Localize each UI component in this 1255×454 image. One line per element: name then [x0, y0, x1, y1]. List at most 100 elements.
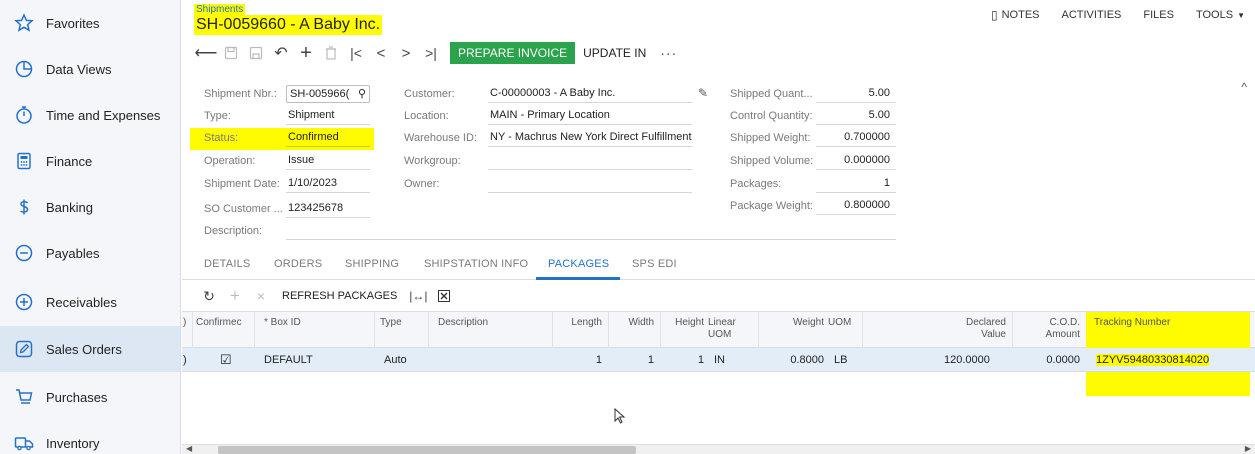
refresh-packages-button[interactable]: REFRESH PACKAGES — [274, 290, 405, 302]
column-separator — [254, 312, 255, 348]
column-header-width[interactable]: Width — [616, 317, 654, 329]
so-customer-label: SO Customer ... — [204, 203, 283, 215]
weight-cell[interactable]: 0.8000 — [782, 354, 824, 366]
export-excel-icon[interactable] — [431, 286, 457, 306]
search-icon[interactable]: ⚲ — [358, 86, 366, 102]
status-field[interactable]: Confirmed — [286, 129, 370, 147]
breadcrumb[interactable]: Shipments — [194, 4, 246, 15]
sidebar-item-inventory[interactable]: Inventory — [0, 420, 180, 454]
column-separator — [1012, 312, 1013, 348]
confirmed-checkbox[interactable]: ☑ — [220, 352, 232, 368]
sidebar-item-payables[interactable]: Payables — [0, 230, 180, 276]
main-toolbar: ⟵ ↶ + |< < > >| PREPARE INVOICE UPDATE I… — [194, 42, 683, 64]
prepare-invoice-button[interactable]: PREPARE INVOICE — [450, 42, 576, 64]
column-separator — [608, 312, 609, 348]
save-close-icon[interactable] — [219, 42, 243, 64]
type-cell[interactable]: Auto — [384, 354, 407, 366]
last-record-icon[interactable]: >| — [419, 42, 443, 64]
so-customer-field[interactable]: 123425678 — [286, 200, 370, 218]
tab-details[interactable]: DETAILS — [204, 258, 250, 270]
description-field[interactable] — [286, 222, 896, 240]
add-icon[interactable]: + — [294, 42, 318, 64]
column-header-tracking-number[interactable]: Tracking Number — [1094, 317, 1170, 329]
table-row[interactable]: ) ☑ DEFAULT Auto 1 1 1 IN 0.8000 LB 120.… — [182, 348, 1255, 372]
cod-amount-cell[interactable]: 0.0000 — [1040, 354, 1080, 366]
tab-shipping[interactable]: SHIPPING — [345, 258, 399, 270]
customer-field[interactable]: C-00000003 - A Baby Inc. — [488, 85, 692, 103]
next-record-icon[interactable]: > — [394, 42, 418, 64]
first-record-icon[interactable]: |< — [344, 42, 368, 64]
column-header-weight[interactable]: Weight — [782, 317, 824, 329]
row-first-cell: ) — [183, 354, 187, 366]
scrollbar-thumb[interactable] — [218, 446, 636, 454]
width-cell[interactable]: 1 — [616, 354, 654, 366]
sidebar-item-data-views[interactable]: Data Views — [0, 46, 180, 92]
plus-circle-icon — [14, 292, 34, 312]
update-in-button[interactable]: UPDATE IN — [575, 46, 654, 60]
tab-packages[interactable]: PACKAGES — [548, 258, 609, 270]
owner-field[interactable] — [488, 175, 692, 193]
shipment-nbr-field[interactable]: SH-005966( ⚲ — [286, 85, 370, 103]
box-id-cell[interactable]: DEFAULT — [264, 354, 313, 366]
warehouse-field[interactable]: NY - Machrus New York Direct Fulfillment — [488, 129, 692, 147]
tab-sps-edi[interactable]: SPS EDI — [632, 258, 677, 270]
tab-orders[interactable]: ORDERS — [274, 258, 322, 270]
type-field[interactable]: Shipment — [286, 107, 370, 125]
delete-icon[interactable] — [319, 42, 343, 64]
add-row-icon[interactable]: + — [222, 286, 248, 306]
column-header-description[interactable]: Description — [438, 317, 488, 329]
column-header-first: ) — [183, 317, 187, 328]
horizontal-scrollbar[interactable]: ◀ ▶ — [182, 444, 1255, 454]
fit-columns-icon[interactable]: |↔| — [405, 286, 431, 306]
sidebar-item-label: Banking — [46, 199, 93, 215]
sidebar-item-sales-orders[interactable]: Sales Orders — [0, 326, 180, 372]
column-header-height[interactable]: Height — [666, 317, 704, 329]
column-header-confirmed[interactable]: Confirmec — [196, 317, 246, 329]
sidebar-item-banking[interactable]: Banking — [0, 184, 180, 230]
sidebar-item-purchases[interactable]: Purchases — [0, 374, 180, 420]
active-tab-indicator — [536, 277, 620, 280]
column-header-linear-uom[interactable]: Linear UOM — [708, 317, 736, 341]
refresh-icon[interactable]: ↻ — [196, 286, 222, 306]
sidebar-item-finance[interactable]: Finance — [0, 138, 180, 184]
save-icon[interactable] — [244, 42, 268, 64]
tab-shipstation-info[interactable]: SHIPSTATION INFO — [424, 258, 528, 270]
sidebar-item-receivables[interactable]: Receivables — [0, 279, 180, 325]
activities-link[interactable]: ACTIVITIES — [1062, 8, 1122, 22]
column-header-uom[interactable]: UOM — [828, 317, 851, 329]
cart-icon — [14, 387, 34, 407]
tools-menu[interactable]: TOOLS ▼ — [1196, 8, 1245, 22]
operation-field[interactable]: Issue — [286, 152, 370, 170]
declared-value-cell[interactable]: 120.0000 — [944, 354, 990, 366]
column-header-type[interactable]: Type — [380, 317, 402, 329]
sidebar-item-time-and-expenses[interactable]: Time and Expenses — [0, 92, 180, 138]
shipment-date-field[interactable]: 1/10/2023 — [286, 175, 370, 193]
delete-row-icon[interactable]: × — [248, 286, 274, 306]
column-header-declared-value[interactable]: Declared Value — [942, 317, 1006, 341]
column-header-box-id[interactable]: * Box ID — [264, 317, 301, 329]
sidebar-item-label: Finance — [46, 153, 93, 169]
notes-link[interactable]: ▯ NOTES — [991, 8, 1040, 22]
control-quantity-field[interactable]: 5.00 — [816, 107, 896, 125]
location-field[interactable]: MAIN - Primary Location — [488, 107, 692, 125]
more-actions-button[interactable]: ··· — [654, 45, 683, 61]
scroll-left-icon[interactable]: ◀ — [186, 444, 192, 453]
edit-pencil-icon[interactable]: ✎ — [698, 86, 708, 100]
files-link[interactable]: FILES — [1143, 8, 1174, 22]
sidebar-item-label: Inventory — [46, 435, 100, 451]
collapse-icon[interactable]: ^ — [1241, 80, 1247, 94]
height-cell[interactable]: 1 — [666, 354, 704, 366]
scroll-right-icon[interactable]: ▶ — [1245, 444, 1251, 453]
length-cell[interactable]: 1 — [560, 354, 602, 366]
column-header-cod-amount[interactable]: C.O.D. Amount — [1032, 317, 1080, 341]
calculator-icon — [14, 151, 34, 171]
tracking-number-cell[interactable]: 1ZYV59480330814020 — [1096, 354, 1210, 366]
undo-icon[interactable]: ↶ — [269, 42, 293, 64]
linear-uom-cell[interactable]: IN — [714, 354, 725, 366]
uom-cell[interactable]: LB — [834, 354, 847, 366]
previous-record-icon[interactable]: < — [369, 42, 393, 64]
sidebar-item-favorites[interactable]: Favorites — [0, 0, 180, 46]
workgroup-field[interactable] — [488, 152, 692, 170]
back-arrow-icon[interactable]: ⟵ — [194, 42, 218, 64]
column-header-length[interactable]: Length — [560, 317, 602, 329]
